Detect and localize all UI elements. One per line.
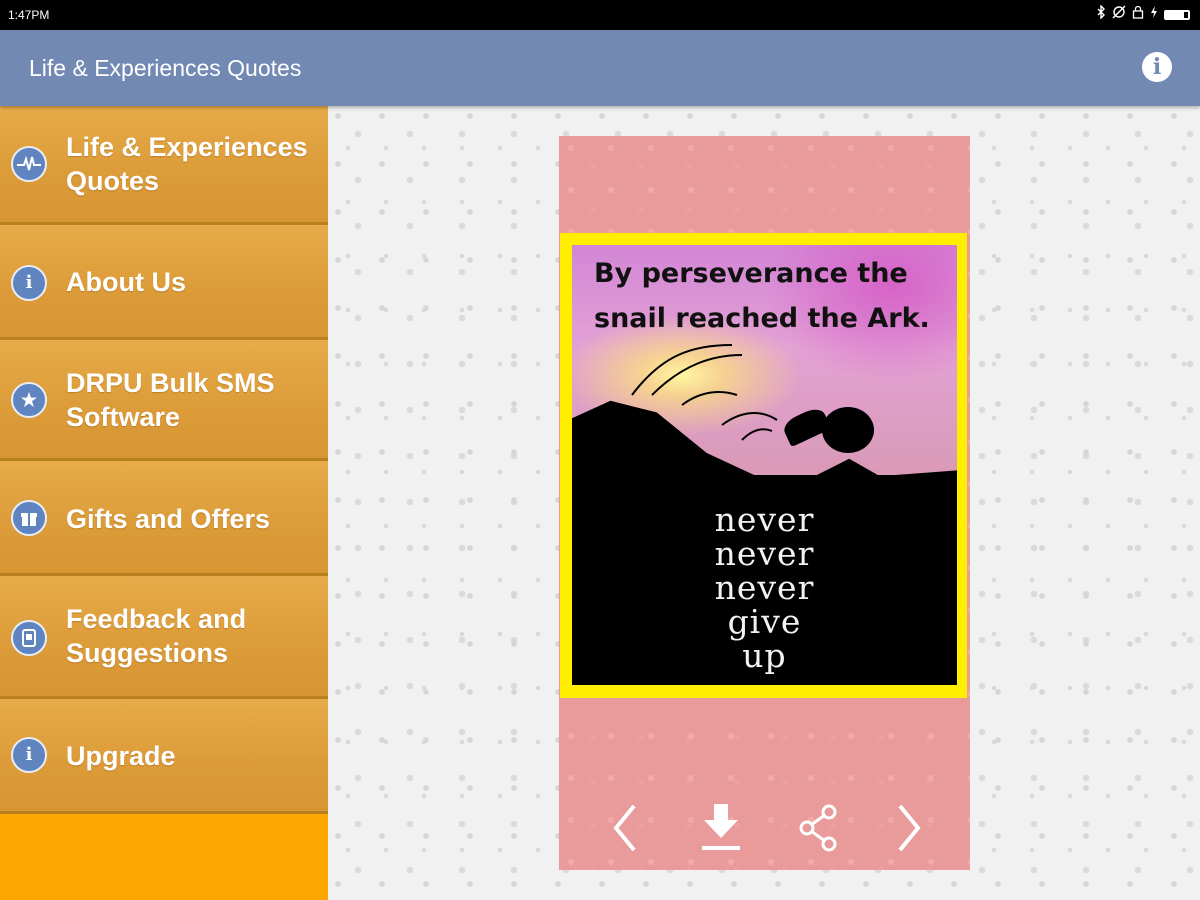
app-title: Life & Experiences Quotes: [29, 55, 302, 81]
sidebar-item-about-us[interactable]: i About Us: [0, 225, 328, 340]
quote-navigation: [560, 790, 970, 860]
sidebar-item-label: About Us: [66, 267, 186, 297]
status-time: 1:47PM: [8, 8, 50, 22]
sidebar-item-label: Feedback and Suggestions: [66, 604, 247, 668]
pulse-icon: [11, 146, 47, 182]
lock-icon: [1132, 5, 1144, 24]
battery-icon: [1164, 9, 1190, 20]
charging-icon: [1150, 5, 1158, 24]
share-button[interactable]: [788, 790, 848, 860]
download-button[interactable]: [691, 790, 751, 860]
feedback-icon: [11, 620, 47, 656]
info-icon[interactable]: i: [1142, 52, 1172, 82]
sync-off-icon: [1112, 5, 1126, 24]
status-icons: [1096, 4, 1190, 24]
sidebar-item-label: Gifts and Offers: [66, 504, 271, 534]
sidebar-item-upgrade[interactable]: i Upgrade: [0, 699, 328, 814]
chevron-right-icon: [898, 804, 921, 852]
never-give-up-text: never never never give up: [714, 500, 815, 675]
sidebar-item-feedback-and-suggestions[interactable]: Feedback and Suggestions: [0, 576, 328, 699]
sidebar-item-gifts-and-offers[interactable]: Gifts and Offers: [0, 461, 328, 576]
sidebar-item-life-experiences-quotes[interactable]: Life & Experiences Quotes: [0, 106, 328, 225]
bluetooth-icon: [1096, 4, 1106, 24]
share-icon: [799, 804, 837, 852]
app-bar: Life & Experiences Quotes i: [0, 30, 1200, 106]
quote-text: By perseverance the snail reached the Ar…: [594, 258, 930, 334]
sidebar-item-label: Upgrade: [66, 741, 176, 771]
sidebar: Life & Experiences Quotes i About Us ★ D…: [0, 106, 328, 900]
info-icon: i: [11, 265, 47, 301]
sidebar-item-drpu-bulk-sms[interactable]: ★ DRPU Bulk SMS Software: [0, 340, 328, 461]
star-icon: ★: [11, 382, 47, 418]
gift-icon: [11, 500, 47, 536]
next-button[interactable]: [880, 790, 940, 860]
download-icon: [702, 804, 740, 850]
previous-button[interactable]: [594, 790, 654, 860]
chevron-left-icon: [613, 804, 636, 852]
sidebar-item-label: Life & Experiences Quotes: [66, 132, 308, 196]
snail-shell: [822, 407, 874, 453]
status-bar: 1:47PM: [0, 0, 1200, 30]
info-icon: i: [11, 737, 47, 773]
sidebar-item-label: DRPU Bulk SMS Software: [66, 368, 275, 432]
quote-image: By perseverance the snail reached the Ar…: [572, 245, 957, 685]
